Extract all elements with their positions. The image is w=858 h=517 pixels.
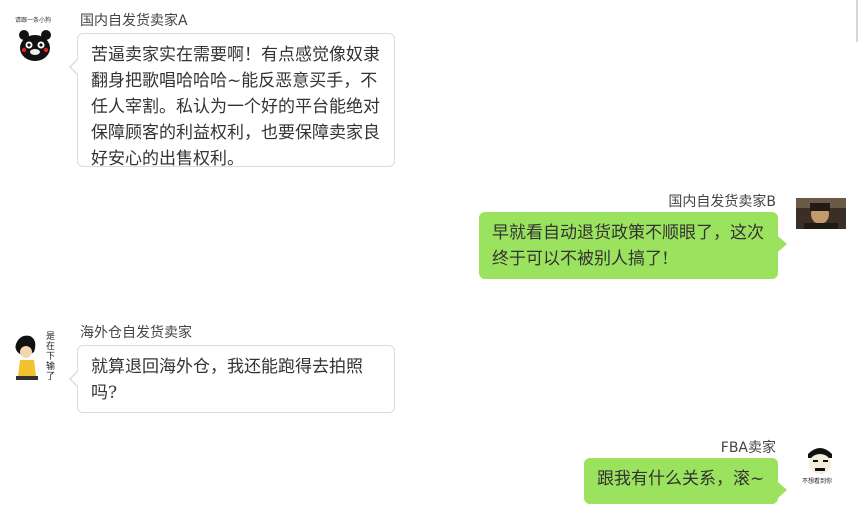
message-bubble: 苦逼卖家实在需要啊！有点感觉像奴隶翻身把歌唱哈哈哈~能反恶意买手，不任人宰割。私… [69, 33, 395, 169]
sender-name: 国内自发货卖家A [80, 13, 188, 29]
photo-avatar[interactable] [796, 198, 846, 229]
message-bubble: 早就看自动退货政策不顺眼了，这次终于可以不被别人搞了! [479, 212, 787, 279]
sender-name: FBA卖家 [720, 440, 776, 456]
sender-name: 海外仓自发货卖家 [80, 325, 192, 341]
cartoon-girl-avatar[interactable]: 是在下输了 [10, 330, 60, 385]
avatar-caption: 是在下输了 [46, 332, 56, 382]
avatar-caption: 请跟一条小狗 [15, 17, 52, 24]
sender-name: 国内自发货卖家B [668, 194, 776, 210]
cartoon-face-avatar[interactable]: 不想看到你 [800, 440, 840, 490]
message-bubble: 跟我有什么关系，滚~ [584, 458, 787, 504]
avatar-caption: 不想看到你 [802, 478, 833, 485]
bear-mascot-avatar[interactable]: 请跟一条小狗 [12, 12, 58, 62]
message-bubble: 就算退回海外仓，我还能跑得去拍照吗? [69, 345, 395, 413]
